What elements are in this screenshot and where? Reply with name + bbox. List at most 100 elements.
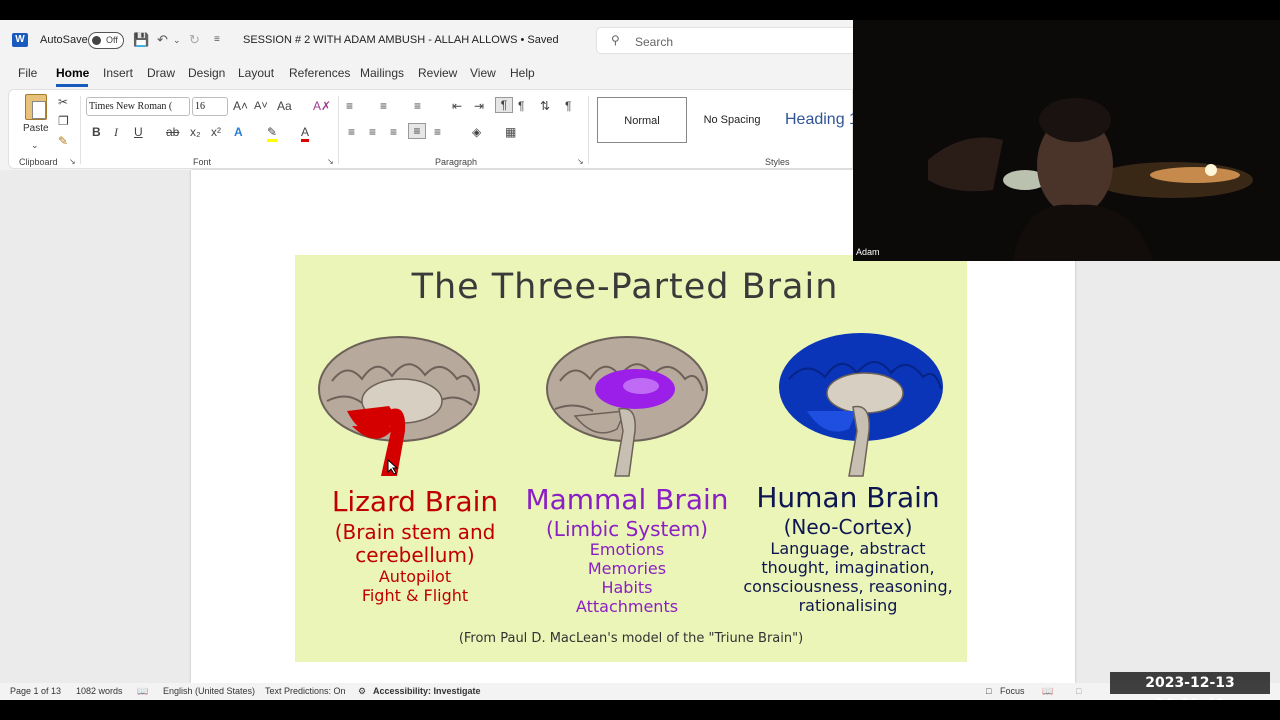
bold-icon[interactable]: B [92,125,101,139]
letterbox-bottom [0,700,1280,720]
tab-view[interactable]: View [470,66,496,80]
style-no-spacing[interactable]: No Spacing [692,97,772,143]
autosave-toggle[interactable]: Off [88,32,124,49]
tab-help[interactable]: Help [510,66,535,80]
tab-layout[interactable]: Layout [238,66,274,80]
align-right-icon[interactable]: ≡ [390,125,397,139]
align-left-icon[interactable]: ≡ [348,125,355,139]
focus-mode-button[interactable]: Focus [1000,686,1025,696]
human-brain-subtitle: (Neo-Cortex) [783,515,913,539]
paste-dropdown-icon[interactable]: ⌄ [31,138,39,152]
numbering-icon[interactable]: ≡ [380,99,387,113]
document-title[interactable]: SESSION # 2 WITH ADAM AMBUSH - ALLAH ALL… [243,34,559,46]
shading-icon[interactable]: ◈ [472,125,481,139]
font-launcher-icon[interactable]: ↘ [327,157,334,166]
autosave-state: Off [106,35,118,45]
strikethrough-icon[interactable]: ab [166,125,179,139]
group-divider [338,96,339,164]
multilevel-list-icon[interactable]: ≡ [414,99,421,113]
group-divider [80,96,81,164]
tab-draw[interactable]: Draw [147,66,175,80]
undo-icon[interactable]: ↶ [157,32,168,48]
highlight-color-icon[interactable]: ✎ [267,125,278,142]
search-placeholder: Search [635,35,674,49]
format-painter-icon[interactable]: ✎ [58,134,68,148]
page-count[interactable]: Page 1 of 13 [10,686,61,696]
tab-insert[interactable]: Insert [103,66,133,80]
search-input[interactable]: ⚲ Search [596,27,856,54]
language-indicator[interactable]: English (United States) [163,686,255,696]
shrink-font-icon[interactable]: A˅ [254,99,268,113]
redo-icon[interactable]: ↻ [189,32,200,48]
human-brain-image [779,333,943,477]
style-normal[interactable]: Normal [597,97,687,143]
mouse-cursor-icon [387,459,399,475]
ltr-direction-icon[interactable]: ¶ [495,97,513,113]
figure-caption: (From Paul D. MacLean's model of the "Tr… [458,631,804,646]
subscript-icon[interactable]: x₂ [190,125,201,139]
tab-mailings[interactable]: Mailings [360,66,404,80]
grow-font-icon[interactable]: A˄ [233,99,248,113]
human-brain-detail: consciousness, reasoning, [743,577,953,596]
justify-icon[interactable]: ≡ [408,123,426,139]
word-count[interactable]: 1082 words [76,686,123,696]
paragraph-launcher-icon[interactable]: ↘ [577,157,584,166]
clipboard-launcher-icon[interactable]: ↘ [69,157,76,166]
webcam-feed-image [853,20,1280,261]
show-formatting-icon[interactable]: ¶ [565,99,571,113]
tab-review[interactable]: Review [418,66,457,80]
change-case-icon[interactable]: Aa [277,99,292,113]
clipboard-group-label: Clipboard [19,157,58,167]
borders-icon[interactable]: ▦ [505,125,516,139]
font-size-select[interactable]: 16 [192,97,228,116]
increase-indent-icon[interactable]: ⇥ [474,99,484,113]
styles-group-label: Styles [765,157,790,167]
text-predictions-status[interactable]: Text Predictions: On [265,686,346,696]
print-layout-icon[interactable]: □ [1076,686,1081,696]
sort-icon[interactable]: ⇅ [540,99,550,113]
accessibility-status[interactable]: Accessibility: Investigate [373,686,481,696]
text-effects-icon[interactable]: A [234,125,243,139]
mammal-brain-detail: Attachments [575,597,679,616]
font-name-select[interactable]: Times New Roman ( [86,97,190,116]
paste-button[interactable]: Paste [23,123,49,134]
align-center-icon[interactable]: ≡ [369,125,376,139]
tab-references[interactable]: References [289,66,350,80]
word-logo-icon: W [12,33,28,47]
save-icon[interactable]: 💾 [133,32,149,48]
underline-icon[interactable]: U [134,125,143,139]
cut-icon[interactable]: ✂ [58,95,68,109]
style-heading-1[interactable]: Heading 1 [777,97,858,143]
decrease-indent-icon[interactable]: ⇤ [452,99,462,113]
customize-toolbar-icon[interactable]: ≡ [214,32,220,48]
font-color-icon[interactable]: A [301,125,310,142]
figure-title: The Three-Parted Brain [411,267,839,307]
proofing-icon[interactable]: 📖 [137,686,148,697]
triune-brain-figure: The Three-Parted Brain Lizard Brain (Bra… [295,255,967,662]
lizard-brain-heading: Lizard Brain [331,485,499,518]
tab-file[interactable]: File [18,66,37,80]
screen: W AutoSave Off 💾 ↶ ⌄ ↻ ≡ SESSION # 2 WIT… [0,0,1280,720]
toggle-knob [92,36,101,45]
italic-icon[interactable]: I [114,125,118,139]
title-bar: W AutoSave Off 💾 ↶ ⌄ ↻ ≡ SESSION # 2 WIT… [0,20,856,60]
lizard-brain-subtitle-2: cerebellum) [355,543,475,567]
undo-dropdown-icon[interactable]: ⌄ [173,32,181,48]
clear-formatting-icon[interactable]: A✗ [313,99,331,113]
paragraph-group-label: Paragraph [435,157,478,167]
font-group-label: Font [193,157,212,167]
copy-icon[interactable]: ❐ [58,114,69,128]
lizard-brain-detail: Fight & Flight [361,586,469,605]
human-brain-heading: Human Brain [756,481,940,514]
tab-design[interactable]: Design [188,66,225,80]
rtl-direction-icon[interactable]: ¶ [518,99,524,113]
read-mode-icon[interactable]: 📖 [1042,686,1053,697]
webcam-video: Adam [853,20,1280,261]
group-divider [588,96,589,164]
mammal-brain-detail: Memories [587,559,667,578]
tab-home[interactable]: Home [56,66,89,80]
bullets-icon[interactable]: ≡ [346,99,353,113]
paste-icon[interactable] [25,94,47,120]
line-spacing-icon[interactable]: ≡ [434,125,441,139]
superscript-icon[interactable]: x² [211,125,221,139]
